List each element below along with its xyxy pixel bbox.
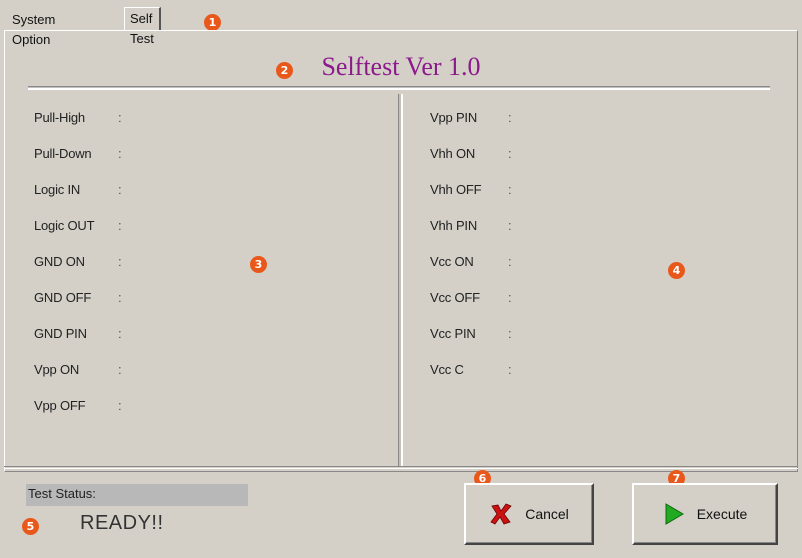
result-row-gnd-pin: GND PIN: xyxy=(34,326,122,362)
result-label: Vcc C xyxy=(430,362,464,377)
result-separator: : xyxy=(118,146,122,161)
callout-1-badge: 1 xyxy=(204,14,221,31)
cancel-button[interactable]: Cancel xyxy=(464,483,594,545)
result-separator: : xyxy=(508,218,512,233)
result-row-gnd-off: GND OFF: xyxy=(34,290,122,326)
test-status-label: Test Status: xyxy=(26,484,248,506)
result-separator: : xyxy=(508,146,512,161)
result-label: GND PIN xyxy=(34,326,87,341)
result-separator: : xyxy=(118,254,122,269)
result-separator: : xyxy=(118,290,122,305)
callout-5-badge: 5 xyxy=(22,518,39,535)
result-separator: : xyxy=(118,182,122,197)
left-results-list: Pull-High: Pull-Down: Logic IN: Logic OU… xyxy=(34,110,122,434)
result-row-vcc-pin: Vcc PIN: xyxy=(430,326,512,362)
result-row-pull-down: Pull-Down: xyxy=(34,146,122,182)
result-separator: : xyxy=(508,254,512,269)
bottom-divider xyxy=(4,466,798,469)
tab-self-test[interactable]: Self Test xyxy=(124,7,161,46)
result-row-logic-in: Logic IN: xyxy=(34,182,122,218)
result-separator: : xyxy=(508,290,512,305)
right-results-list: Vpp PIN: Vhh ON: Vhh OFF: Vhh PIN: Vcc O… xyxy=(430,110,512,398)
callout-3-badge: 3 xyxy=(250,256,267,273)
result-separator: : xyxy=(118,110,122,125)
result-label: Vcc OFF xyxy=(430,290,480,305)
result-row-vhh-pin: Vhh PIN: xyxy=(430,218,512,254)
execute-button-label: Execute xyxy=(696,506,748,522)
callout-4-badge: 4 xyxy=(668,262,685,279)
result-separator: : xyxy=(508,326,512,341)
result-label: Vpp PIN xyxy=(430,110,478,125)
result-label: Vhh PIN xyxy=(430,218,478,233)
result-row-vhh-on: Vhh ON: xyxy=(430,146,512,182)
play-icon xyxy=(663,502,685,526)
page-title: Selftest Ver 1.0 xyxy=(321,52,481,81)
result-label: Vpp ON xyxy=(34,362,80,377)
result-row-vpp-pin: Vpp PIN: xyxy=(430,110,512,146)
result-separator: : xyxy=(118,326,122,341)
tab-system-option[interactable]: System Option xyxy=(8,10,59,47)
result-separator: : xyxy=(118,398,122,413)
result-label: Vhh OFF xyxy=(430,182,482,197)
result-separator: : xyxy=(118,218,122,233)
result-label: Vhh ON xyxy=(430,146,476,161)
execute-button[interactable]: Execute xyxy=(632,483,778,545)
title-divider xyxy=(28,86,770,90)
result-row-vcc-on: Vcc ON: xyxy=(430,254,512,290)
x-icon xyxy=(489,502,513,526)
result-label: Logic OUT xyxy=(34,218,95,233)
cancel-button-label: Cancel xyxy=(525,506,569,522)
result-separator: : xyxy=(508,110,512,125)
result-row-vhh-off: Vhh OFF: xyxy=(430,182,512,218)
result-row-vcc-off: Vcc OFF: xyxy=(430,290,512,326)
test-status-value: READY!! xyxy=(80,512,164,534)
result-label: Pull-Down xyxy=(34,146,92,161)
result-row-vpp-off: Vpp OFF: xyxy=(34,398,122,434)
result-label: GND OFF xyxy=(34,290,92,305)
result-label: Vcc ON xyxy=(430,254,474,269)
result-label: GND ON xyxy=(34,254,85,269)
result-row-gnd-on: GND ON: xyxy=(34,254,122,290)
result-row-logic-out: Logic OUT: xyxy=(34,218,122,254)
result-label: Pull-High xyxy=(34,110,85,125)
result-row-vcc-c: Vcc C: xyxy=(430,362,512,398)
result-label: Vcc PIN xyxy=(430,326,476,341)
result-label: Vpp OFF xyxy=(34,398,86,413)
result-separator: : xyxy=(508,182,512,197)
column-divider xyxy=(398,94,403,466)
result-separator: : xyxy=(118,362,122,377)
result-row-pull-high: Pull-High: xyxy=(34,110,122,146)
result-separator: : xyxy=(508,362,512,377)
result-row-vpp-on: Vpp ON: xyxy=(34,362,122,398)
result-label: Logic IN xyxy=(34,182,81,197)
